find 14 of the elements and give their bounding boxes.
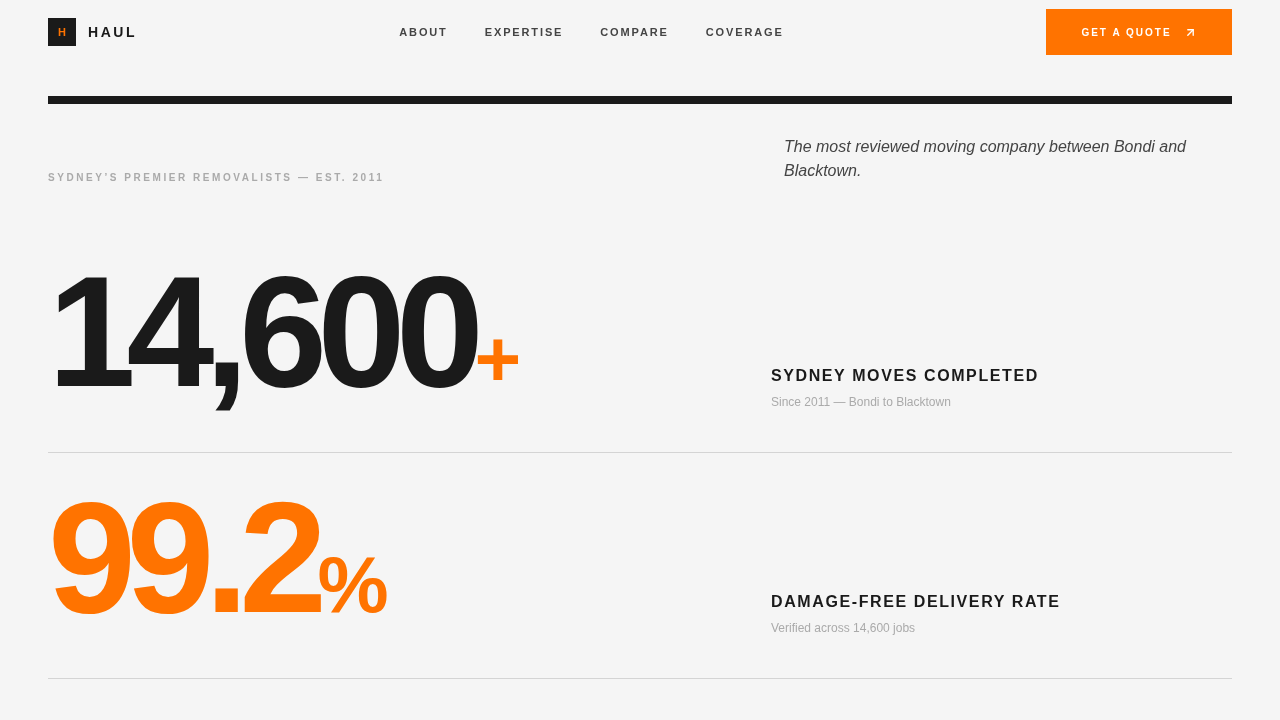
stat-label: SYDNEY MOVES COMPLETED	[771, 366, 1039, 386]
stat-label: DAMAGE-FREE DELIVERY RATE	[771, 592, 1061, 612]
stat-note: Since 2011 — Bondi to Blacktown	[771, 394, 951, 410]
nav-link[interactable]: ABOUT	[399, 23, 448, 41]
nav-link[interactable]: EXPERTISE	[484, 23, 564, 41]
nav-link[interactable]: COMPARE	[600, 23, 669, 41]
eyebrow-text: SYDNEY’S PREMIER REMOVALISTS — EST. 2011	[48, 171, 385, 185]
tagline-text: The most reviewed moving company between Bondi and Blacktown.	[784, 137, 1188, 181]
stat-number: 14,600+	[48, 252, 522, 410]
logo-mark[interactable]: H	[48, 18, 76, 46]
nav-link[interactable]: COVERAGE	[705, 23, 784, 41]
brand-name[interactable]: HAUL	[88, 21, 137, 43]
stat-number: 99.2%	[48, 478, 389, 636]
stat-note: Verified across 14,600 jobs	[771, 620, 916, 636]
